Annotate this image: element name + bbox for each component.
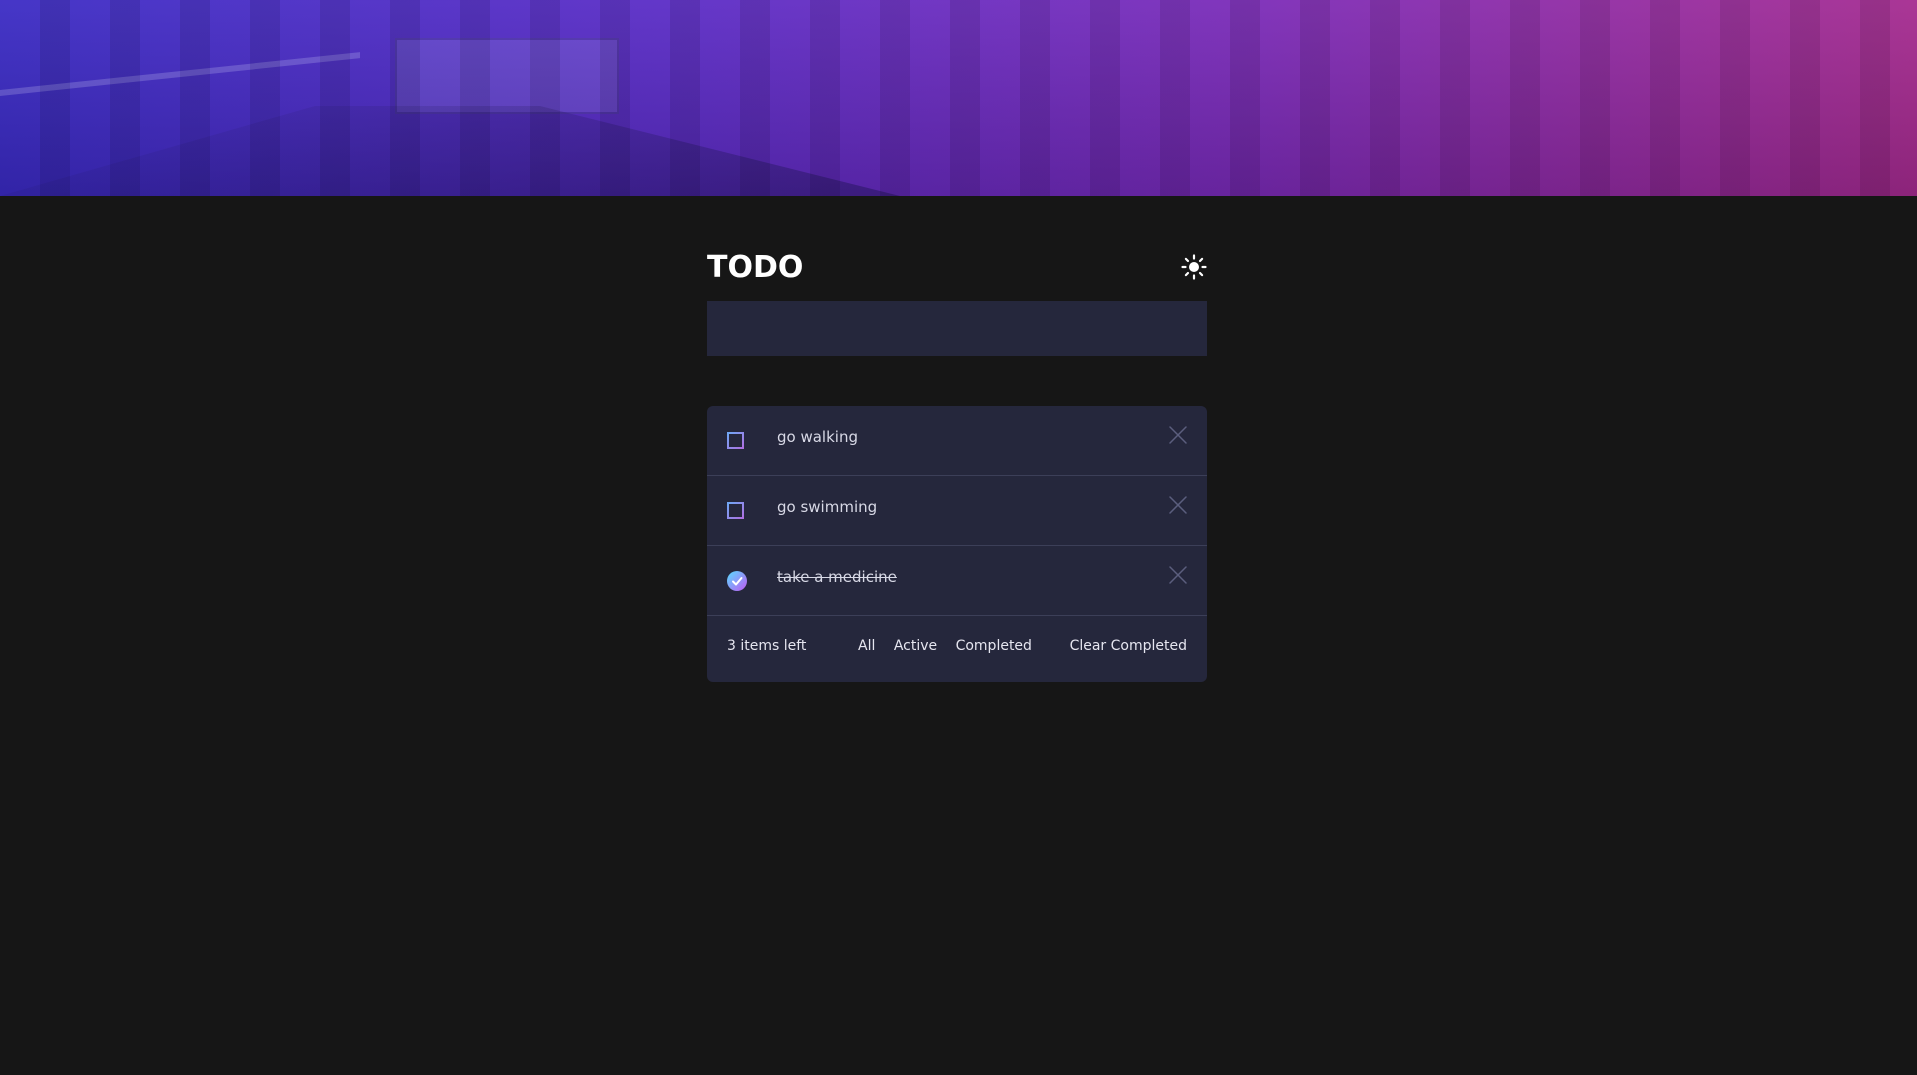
delete-button[interactable] (1169, 566, 1187, 584)
todo-item-text: go swimming (777, 498, 878, 516)
header-background-image (0, 0, 1917, 196)
filter-group: All Active Completed (858, 638, 1046, 654)
list-footer: 3 items left All Active Completed Clear … (707, 616, 1207, 682)
todo-item-text: take a medicine (777, 568, 897, 586)
new-todo-input[interactable] (707, 301, 1207, 356)
sun-icon (1181, 254, 1207, 280)
todo-app: TODO go walking go swimming take a medic… (707, 248, 1207, 682)
page-title: TODO (707, 250, 804, 285)
filter-completed[interactable]: Completed (956, 638, 1032, 654)
filter-all[interactable]: All (858, 638, 875, 654)
hero-shade-overlay (0, 0, 1917, 196)
todo-item-text: go walking (777, 428, 858, 446)
todo-item-completed: take a medicine (707, 546, 1207, 616)
delete-button[interactable] (1169, 426, 1187, 444)
filter-active[interactable]: Active (894, 638, 937, 654)
checkmark-icon (732, 577, 743, 586)
todo-item: go swimming (707, 476, 1207, 546)
todo-checkbox[interactable] (727, 502, 744, 519)
theme-toggle-button[interactable] (1181, 254, 1207, 280)
todo-checkbox-checked[interactable] (727, 571, 747, 591)
delete-button[interactable] (1169, 496, 1187, 514)
close-icon (1169, 496, 1187, 514)
todo-checkbox[interactable] (727, 432, 744, 449)
items-left-count: 3 items left (727, 638, 807, 654)
close-icon (1169, 566, 1187, 584)
clear-completed-button[interactable]: Clear Completed (1070, 638, 1187, 654)
todo-item: go walking (707, 406, 1207, 476)
todo-list: go walking go swimming take a medicine 3… (707, 406, 1207, 682)
close-icon (1169, 426, 1187, 444)
app-header: TODO (707, 248, 1207, 300)
